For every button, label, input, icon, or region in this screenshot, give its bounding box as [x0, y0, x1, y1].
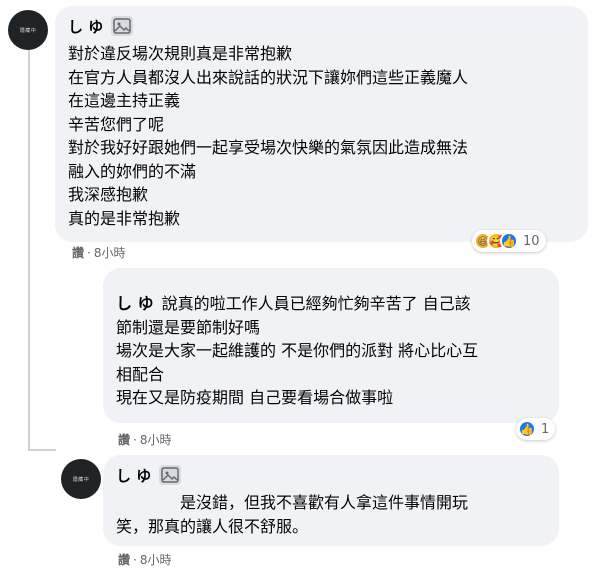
like-reaction-icon: 👍: [518, 420, 536, 438]
avatar[interactable]: 隱藏中: [61, 459, 101, 499]
reaction-count: 10: [523, 233, 540, 249]
comment-line: 真的是非常抱歉: [68, 208, 181, 228]
timestamp[interactable]: 8小時: [140, 551, 172, 568]
reply-author[interactable]: し ゆ: [116, 294, 154, 313]
separator-dot: ·: [133, 432, 137, 447]
reply-text: し ゆ說真的啦工作人員已經夠忙夠辛苦了 自己該 節制還是要節制好嗎 場次是大家一…: [116, 292, 547, 410]
reply-line: 場次是大家一起維護的 不是你們的派對 將心比心互: [116, 341, 479, 360]
reply-text: 是沒錯，但我不喜歡有人拿這件事情開玩 笑，那真的讓人很不舒服。: [116, 491, 547, 538]
comment-line: 對於違反場次規則真是非常抱歉: [68, 44, 293, 63]
separator-dot: ·: [133, 552, 137, 567]
like-button[interactable]: 讚: [118, 551, 130, 568]
comment-line: 在這邊主持正義: [68, 91, 181, 110]
comment-line: 在官方人員都沒人出來說話的狀況下讓妳們這些正義魔人: [68, 67, 469, 87]
comment-line: 融入的妳們的不滿: [68, 161, 197, 181]
reply-bubble: し ゆ 是沒錯，但我不喜歡有人拿這件事情開玩 笑，那真的讓人很不舒服。: [103, 455, 559, 546]
thread-line-curve: [28, 449, 56, 451]
comment-line: 辛苦您們了呢: [68, 114, 165, 134]
comment-line: 對於我好好跟她們一起享受場次快樂的氣氛因此造成無法: [68, 138, 469, 157]
timestamp[interactable]: 8小時: [140, 431, 172, 448]
comment-text: 對於違反場次規則真是非常抱歉 在官方人員都沒人出來說話的狀況下讓妳們這些正義魔人…: [68, 42, 576, 230]
thread-line: [28, 50, 30, 450]
comment-meta: 讚 · 8小時: [72, 244, 125, 261]
separator-dot: ·: [87, 245, 91, 260]
sticker-icon: [111, 16, 134, 36]
reply-meta: 讚 · 8小時: [118, 431, 171, 448]
like-button[interactable]: 讚: [118, 431, 130, 448]
reply-author[interactable]: し ゆ: [116, 465, 151, 486]
reply-line: 節制還是要節制好嗎: [116, 317, 261, 337]
reply-line: 是沒錯，但我不喜歡有人拿這件事情開玩: [180, 493, 469, 512]
reply-line: 相配合: [116, 364, 165, 384]
avatar-label: 隱藏中: [19, 27, 37, 34]
like-reaction-icon: 👍: [500, 232, 518, 250]
reply-bubble: し ゆ說真的啦工作人員已經夠忙夠辛苦了 自己該 節制還是要節制好嗎 場次是大家一…: [103, 268, 559, 423]
reply-line: 笑，那真的讓人很不舒服。: [116, 516, 309, 536]
avatar[interactable]: 隱藏中: [8, 10, 48, 50]
avatar-label: 隱藏中: [72, 476, 90, 483]
comment-bubble: し ゆ 對於違反場次規則真是非常抱歉 在官方人員都沒人出來說話的狀況下讓妳們這些…: [55, 6, 588, 242]
timestamp[interactable]: 8小時: [94, 244, 126, 261]
reaction-summary[interactable]: 😆 🥰 👍 10: [472, 230, 546, 252]
reaction-summary[interactable]: 👍 1: [516, 418, 556, 440]
like-button[interactable]: 讚: [72, 244, 84, 261]
comment-author[interactable]: し ゆ: [68, 16, 103, 37]
reply-line-text: 說真的啦工作人員已經夠忙夠辛苦了 自己該: [161, 294, 471, 313]
reply-line: 現在又是防疫期間 自己要看場合做事啦: [116, 388, 394, 407]
reply-line: し ゆ說真的啦工作人員已經夠忙夠辛苦了 自己該: [116, 292, 547, 316]
comment-line: 我深感抱歉: [68, 185, 149, 204]
reply-meta: 讚 · 8小時: [118, 551, 171, 568]
sticker-icon: [159, 465, 182, 485]
reaction-count: 1: [541, 421, 550, 437]
